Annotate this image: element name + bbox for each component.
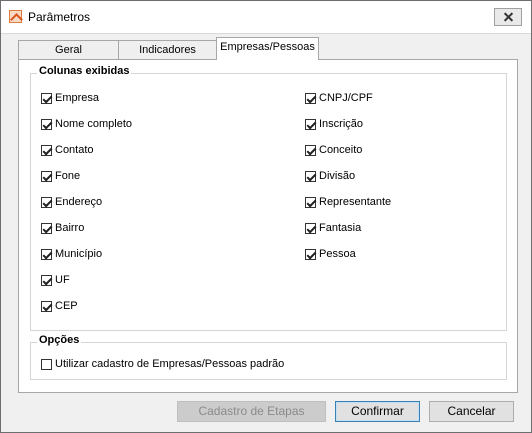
checkmark-icon[interactable]: [41, 196, 52, 208]
app-icon: [9, 10, 22, 23]
coluna-label: Fantasia: [319, 222, 362, 234]
checkmark-icon[interactable]: [41, 248, 52, 260]
coluna-checkbox[interactable]: Representante: [305, 194, 391, 210]
checkmark-icon[interactable]: [41, 274, 52, 286]
checkmark-icon[interactable]: [305, 92, 316, 104]
checkmark-icon[interactable]: [41, 118, 52, 130]
coluna-checkbox[interactable]: Divisão: [305, 168, 355, 184]
checkmark-icon[interactable]: [305, 196, 316, 208]
opcoes-group-title: Opções: [37, 334, 82, 346]
coluna-checkbox[interactable]: Bairro: [41, 220, 84, 236]
parametros-dialog: Parâmetros Geral Indicadores Empresas/Pe…: [0, 0, 532, 433]
tab-empresas-pessoas[interactable]: Empresas/Pessoas: [216, 37, 319, 60]
checkmark-icon[interactable]: [305, 170, 316, 182]
coluna-label: CNPJ/CPF: [319, 92, 373, 104]
checkmark-icon[interactable]: [305, 144, 316, 156]
checkmark-icon[interactable]: [41, 92, 52, 104]
tab-indicadores[interactable]: Indicadores: [118, 40, 217, 59]
checkmark-icon[interactable]: [305, 222, 316, 234]
checkmark-icon[interactable]: [305, 118, 316, 130]
coluna-checkbox[interactable]: UF: [41, 272, 70, 288]
coluna-label: Contato: [55, 144, 94, 156]
coluna-label: Pessoa: [319, 248, 356, 260]
cancelar-button[interactable]: Cancelar: [429, 401, 514, 422]
window-title: Parâmetros: [28, 10, 91, 24]
coluna-label: Inscrição: [319, 118, 364, 130]
coluna-label: Endereço: [55, 196, 103, 208]
checkmark-icon[interactable]: [305, 248, 316, 260]
opcoes-group: Opções Utilizar cadastro de Empresas/Pes…: [30, 334, 507, 380]
coluna-label: Bairro: [55, 222, 85, 234]
coluna-label: Nome completo: [55, 118, 133, 130]
coluna-checkbox[interactable]: Fone: [41, 168, 80, 184]
coluna-label: Empresa: [55, 92, 100, 104]
checkmark-icon[interactable]: [41, 170, 52, 182]
coluna-checkbox[interactable]: Endereço: [41, 194, 102, 210]
coluna-label: CEP: [55, 300, 78, 312]
coluna-checkbox[interactable]: Contato: [41, 142, 94, 158]
checkbox-box[interactable]: [41, 358, 52, 370]
padrao-label: Utilizar cadastro de Empresas/Pessoas pa…: [55, 358, 285, 370]
checkmark-icon[interactable]: [41, 300, 52, 312]
coluna-label: Município: [55, 248, 103, 260]
tab-geral[interactable]: Geral: [18, 40, 119, 59]
coluna-label: UF: [55, 274, 70, 286]
colunas-group-title: Colunas exibidas: [37, 65, 132, 77]
confirmar-button[interactable]: Confirmar: [335, 401, 420, 422]
coluna-checkbox[interactable]: Município: [41, 246, 102, 262]
coluna-checkbox[interactable]: CEP: [41, 298, 78, 314]
coluna-checkbox[interactable]: CNPJ/CPF: [305, 90, 373, 106]
checkmark-icon[interactable]: [41, 222, 52, 234]
coluna-checkbox[interactable]: Pessoa: [305, 246, 356, 262]
coluna-label: Conceito: [319, 144, 363, 156]
checkmark-icon[interactable]: [41, 144, 52, 156]
cadastro-etapas-button[interactable]: Cadastro de Etapas: [177, 401, 326, 422]
coluna-checkbox[interactable]: Fantasia: [305, 220, 361, 236]
padrao-checkbox[interactable]: Utilizar cadastro de Empresas/Pessoas pa…: [41, 356, 284, 372]
coluna-label: Divisão: [319, 170, 356, 182]
coluna-label: Fone: [55, 170, 81, 182]
coluna-label: Representante: [319, 196, 392, 208]
tab-panel: Colunas exibidas Empresa Nome completo Con…: [18, 59, 518, 393]
coluna-checkbox[interactable]: Inscrição: [305, 116, 363, 132]
colunas-group: Colunas exibidas Empresa Nome completo Con…: [30, 65, 507, 331]
coluna-checkbox[interactable]: Conceito: [305, 142, 362, 158]
title-bar[interactable]: Parâmetros: [1, 1, 531, 34]
coluna-checkbox[interactable]: Nome completo: [41, 116, 132, 132]
close-button[interactable]: [494, 8, 522, 26]
coluna-checkbox[interactable]: Empresa: [41, 90, 99, 106]
